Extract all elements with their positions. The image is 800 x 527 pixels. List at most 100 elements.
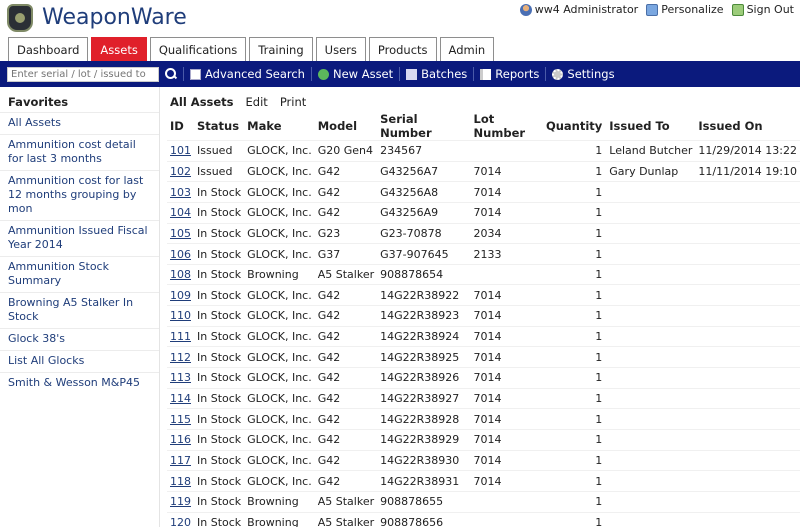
col-issued-to-cell [606,511,696,527]
favorite-item[interactable]: List All Glocks [0,350,159,372]
col-id-link[interactable]: 117 [167,449,194,471]
col-id-link[interactable]: 111 [167,325,194,347]
tab-products[interactable]: Products [368,37,437,61]
advanced-search-button[interactable]: Advanced Search [190,67,305,81]
col-id-link[interactable]: 101 [167,140,194,162]
col-serial-cell: 14G22R38928 [377,408,471,430]
col-issued-to-header[interactable]: Issued To [606,112,695,141]
col-make-cell: GLOCK, Inc. [244,408,315,430]
col-quantity-cell: 1 [542,181,607,203]
table-row: 108 In Stock Browning A5 Stalker 908878654 1 [167,263,800,285]
col-id-header[interactable]: ID [167,112,194,141]
col-id-link[interactable]: 109 [167,284,194,306]
col-quantity-cell: 1 [542,263,607,285]
tab-assets[interactable]: Assets [91,37,147,61]
tab-training[interactable]: Training [249,37,313,61]
favorite-item[interactable]: Glock 38's [0,328,159,350]
col-quantity-header[interactable]: Quantity [543,112,606,141]
tab-users[interactable]: Users [315,37,366,61]
favorite-item[interactable]: Smith & Wesson M&P45 [0,372,159,394]
col-lot-header[interactable]: Lot Number [471,112,543,141]
favorite-item[interactable]: Ammunition cost detail for last 3 months [0,134,159,170]
add-icon [317,68,329,80]
favorite-item[interactable]: Ammunition Stock Summary [0,256,159,292]
col-status-header[interactable]: Status [194,112,244,141]
col-make-header[interactable]: Make [244,112,315,141]
col-lot-cell: 7014 [470,305,543,327]
col-make-cell: GLOCK, Inc. [244,243,315,265]
table-row: 118 In Stock GLOCK, Inc. G42 14G22R38931 7014… [167,470,800,492]
sign-out-link[interactable]: Sign Out [731,3,794,16]
col-issued-on-header[interactable]: Issued On [695,112,800,141]
col-id-link[interactable]: 116 [167,428,194,451]
col-issued-on-cell [695,511,800,527]
col-id-link[interactable]: 105 [167,222,194,244]
col-serial-cell: 14G22R38922 [377,284,471,306]
col-id-link[interactable]: 113 [167,367,194,389]
col-quantity-cell: 1 [542,449,607,471]
table-row: 112 In Stock GLOCK, Inc. G42 14G22R38925 7014… [167,346,800,368]
col-issued-on-cell [695,490,800,513]
col-quantity-cell: 1 [542,140,607,162]
col-model-header[interactable]: Model [315,112,377,141]
favorite-item[interactable]: Ammunition Issued Fiscal Year 2014 [0,220,159,256]
favorite-item[interactable]: Ammunition cost for last 12 months group… [0,170,159,220]
col-id-link[interactable]: 110 [167,305,194,327]
col-id-link[interactable]: 108 [167,263,194,285]
col-id-link[interactable]: 112 [167,346,194,368]
edit-link[interactable]: Edit [246,95,268,112]
new-asset-label: New Asset [332,67,394,81]
col-id-link[interactable]: 103 [167,181,194,203]
col-id-link[interactable]: 102 [167,160,194,182]
col-model-cell: G42 [314,449,378,471]
col-lot-cell: 7014 [470,470,543,492]
col-issued-on-cell [695,367,800,389]
col-make-cell: GLOCK, Inc. [244,305,315,327]
col-id-link[interactable]: 119 [167,490,194,513]
col-id-link[interactable]: 106 [167,243,194,265]
col-id-link[interactable]: 114 [167,387,194,409]
user-profile-link[interactable]: ww4 Administrator [519,3,638,16]
col-status-cell: In Stock [194,346,245,368]
col-model-cell: G42 [314,470,378,492]
col-issued-on-cell [695,325,800,347]
col-issued-to-cell [606,284,696,306]
col-id-link[interactable]: 115 [167,408,194,430]
app-header: WeaponWare ww4 Administrator Personalize… [0,0,800,37]
settings-button[interactable]: Settings [552,67,615,81]
batches-button[interactable]: Batches [406,67,467,81]
col-status-cell: Issued [194,160,245,182]
col-id-link[interactable]: 104 [167,201,194,224]
search-icon[interactable] [163,67,177,81]
favorite-item[interactable]: Browning A5 Stalker In Stock [0,292,159,328]
col-issued-to-cell [606,325,696,347]
tab-qualifications[interactable]: Qualifications [149,37,247,61]
col-issued-to-cell: Leland Butcher [606,140,696,162]
favorites-title: Favorites [8,95,69,109]
col-status-cell: In Stock [194,263,245,285]
favorites-list: All Assets Ammunition cost detail for las… [0,112,159,394]
search-input[interactable] [7,66,159,82]
col-issued-to-cell [606,201,696,224]
col-serial-cell: 14G22R38926 [377,367,471,389]
col-serial-cell: 908878655 [377,490,471,513]
col-id-link[interactable]: 118 [167,470,194,492]
table-row: 106 In Stock GLOCK, Inc. G37 G37-907645 2133 1 [167,243,800,265]
col-issued-on-cell: 11/11/2014 19:10 [695,160,800,182]
print-link[interactable]: Print [280,95,306,112]
col-issued-to-cell [606,470,696,492]
personalize-link[interactable]: Personalize [646,3,724,16]
reports-button[interactable]: Reports [480,67,539,81]
col-model-cell: G37 [314,243,378,265]
tab-admin[interactable]: Admin [439,37,495,61]
table-row: 101 Issued GLOCK, Inc. G20 Gen4 234567 1 Lelan… [167,140,800,162]
favorite-item[interactable]: All Assets [0,112,159,134]
col-serial-header[interactable]: Serial Number [377,112,470,141]
tab-dashboard[interactable]: Dashboard [8,37,89,61]
col-issued-on-cell [695,181,800,203]
new-asset-button[interactable]: New Asset [317,67,394,81]
table-row: 115 In Stock GLOCK, Inc. G42 14G22R38928 7014… [167,408,800,430]
col-id-link[interactable]: 120 [167,511,194,527]
table-row: 117 In Stock GLOCK, Inc. G42 14G22R38930 7014… [167,449,800,471]
col-make-cell: GLOCK, Inc. [244,470,315,492]
